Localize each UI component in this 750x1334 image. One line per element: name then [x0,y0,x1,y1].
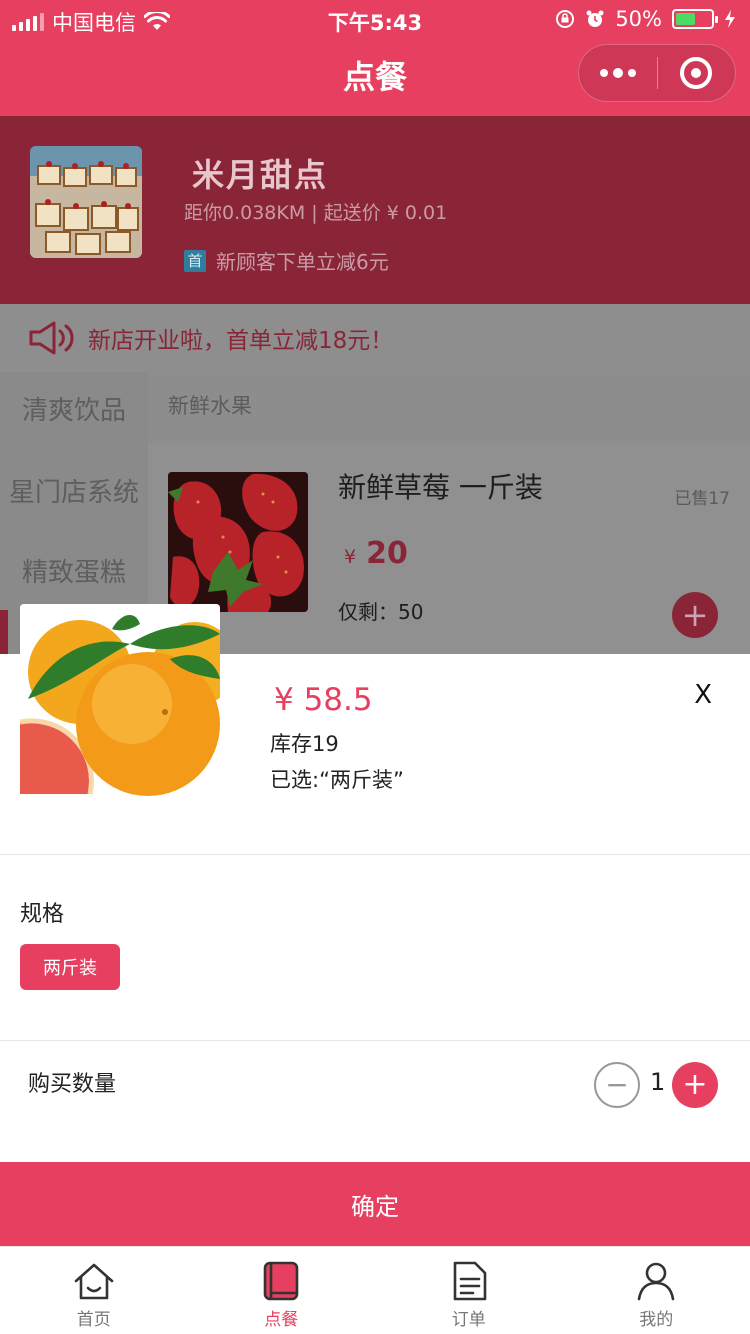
increase-quantity-button[interactable]: + [672,1062,718,1108]
spec-option-button[interactable]: 两斤装 [20,944,120,990]
announcement-bar: 新店开业啦，首单立减18元！ [0,304,750,372]
promo-text: 新顾客下单立减6元 [216,250,389,274]
battery-level [676,13,695,25]
quantity-value: 1 [650,1068,666,1096]
price-value: 20 [366,536,408,571]
shop-name: 米月甜点 [192,156,329,194]
decrease-quantity-button[interactable]: − [594,1062,640,1108]
alarm-icon [586,10,604,27]
speaker-icon [29,321,74,355]
user-icon [637,1262,675,1301]
target-icon [680,57,713,89]
divider [0,854,750,855]
tab-home[interactable]: 首页 [0,1247,188,1334]
category-item[interactable]: 清爽饮品 [0,390,148,427]
tab-bar: 首页 点餐 订单 我的 [0,1246,750,1334]
tab-label: 首页 [76,1310,111,1330]
announcement-text: 新店开业啦，首单立减18元！ [88,328,394,354]
category-item[interactable]: 精致蛋糕 [0,552,148,589]
product-name: 新鲜草莓 一斤装 [338,471,543,504]
product-list: 新鲜水果 新鲜草莓 一斤装 已售17 ¥ 20 仅剩：50 + [148,372,750,654]
tab-orders[interactable]: 订单 [375,1247,563,1334]
more-button[interactable] [579,45,657,101]
top-bar: 中国电信 下午5:43 50% 点餐 [0,0,750,116]
selected-stock: 库存19 [270,732,339,756]
confirm-button[interactable]: 确定 [0,1162,750,1246]
tab-label: 点餐 [264,1310,299,1330]
home-icon [74,1263,114,1300]
product-stock: 仅剩：50 [338,600,424,624]
product-sold: 已售17 [674,489,730,509]
tab-profile[interactable]: 我的 [563,1247,750,1334]
category-item[interactable]: 星门店系统 [0,472,148,509]
battery-icon [672,9,718,29]
shop-header: 米月甜点 距你0.038KM | 起送价 ¥ 0.01 首 新顾客下单立减6元 [0,116,750,304]
divider [0,1040,750,1041]
strawberry-image [168,472,308,612]
shop-promo: 首 新顾客下单立减6元 [184,246,389,275]
tab-label: 我的 [639,1310,674,1330]
spec-label: 规格 [20,902,65,927]
close-miniprogram-button[interactable] [658,45,736,101]
order-icon [453,1261,487,1301]
section-title: 新鲜水果 [168,394,252,418]
charging-icon [725,10,735,28]
rotation-lock-icon [556,10,575,28]
first-order-badge: 首 [184,249,206,272]
add-to-cart-button[interactable]: + [672,592,718,638]
close-sheet-button[interactable]: X [694,680,712,710]
status-bar: 中国电信 下午5:43 50% [0,0,750,40]
tab-label: 订单 [451,1310,486,1330]
grapefruit-image [20,604,220,804]
selected-spec: 已选:“两斤装” [270,768,404,792]
spec-picker-sheet: ¥ 58.5 库存19 已选:“两斤装” X 规格 两斤装 购买数量 − 1 +… [0,604,750,1246]
miniprogram-capsule [578,44,736,102]
battery-percent: 50% [615,7,662,31]
currency-symbol: ¥ [344,546,357,568]
shop-distance: 距你0.038KM | 起送价 ¥ 0.01 [184,202,448,224]
shop-logo [30,146,142,258]
product-price: ¥ 20 [344,536,408,571]
product-card[interactable]: 新鲜草莓 一斤装 已售17 ¥ 20 仅剩：50 + [148,444,750,654]
menu-book-icon [263,1261,299,1301]
selected-price: ¥ 58.5 [274,682,373,718]
quantity-label: 购买数量 [28,1072,117,1097]
tab-order-food[interactable]: 点餐 [188,1247,376,1334]
